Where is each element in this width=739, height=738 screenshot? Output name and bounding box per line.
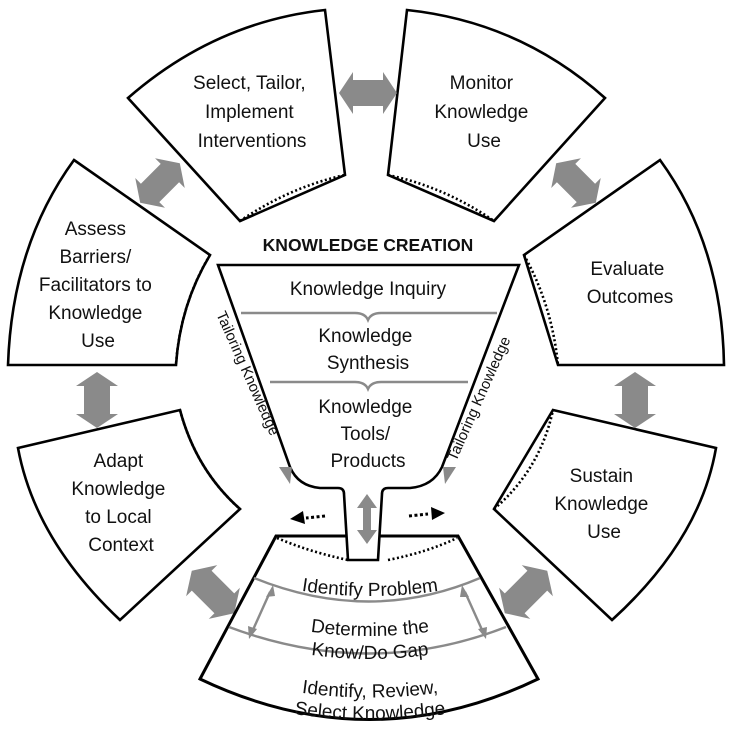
dashed-arrow-right bbox=[408, 507, 445, 520]
knowledge-creation-heading: KNOWLEDGE CREATION bbox=[263, 235, 474, 255]
arrowhead-icon bbox=[290, 511, 305, 524]
phase-label: Select, Tailor, Implement Interventions bbox=[193, 73, 311, 152]
arrowhead-icon bbox=[431, 507, 445, 520]
phase-evaluate-outcomes[interactable]: Evaluate Outcomes bbox=[522, 158, 726, 367]
tailoring-arrowhead-left-icon bbox=[279, 467, 292, 484]
cycle-arrow-evaluate-sustain bbox=[614, 372, 656, 428]
double-arrow-icon bbox=[614, 372, 656, 428]
double-arrow-icon bbox=[76, 372, 118, 428]
phase-assess-barriers[interactable]: Assess Barriers/ Facilitators to Knowled… bbox=[6, 158, 212, 367]
cycle-arrow-select-monitor bbox=[339, 72, 397, 114]
phase-identify-problem-group[interactable]: Identify Problem Determine the Know/Do G… bbox=[197, 534, 541, 725]
dashed-arrow-left bbox=[290, 511, 326, 524]
double-arrow-icon bbox=[339, 72, 397, 114]
tier-knowledge-inquiry: Knowledge Inquiry bbox=[290, 279, 447, 300]
tailoring-arrowhead-right-icon bbox=[443, 467, 456, 484]
cycle-arrow-adapt-assess bbox=[76, 372, 118, 428]
knowledge-to-action-diagram: Select, Tailor, Implement Interventions … bbox=[6, 8, 726, 725]
